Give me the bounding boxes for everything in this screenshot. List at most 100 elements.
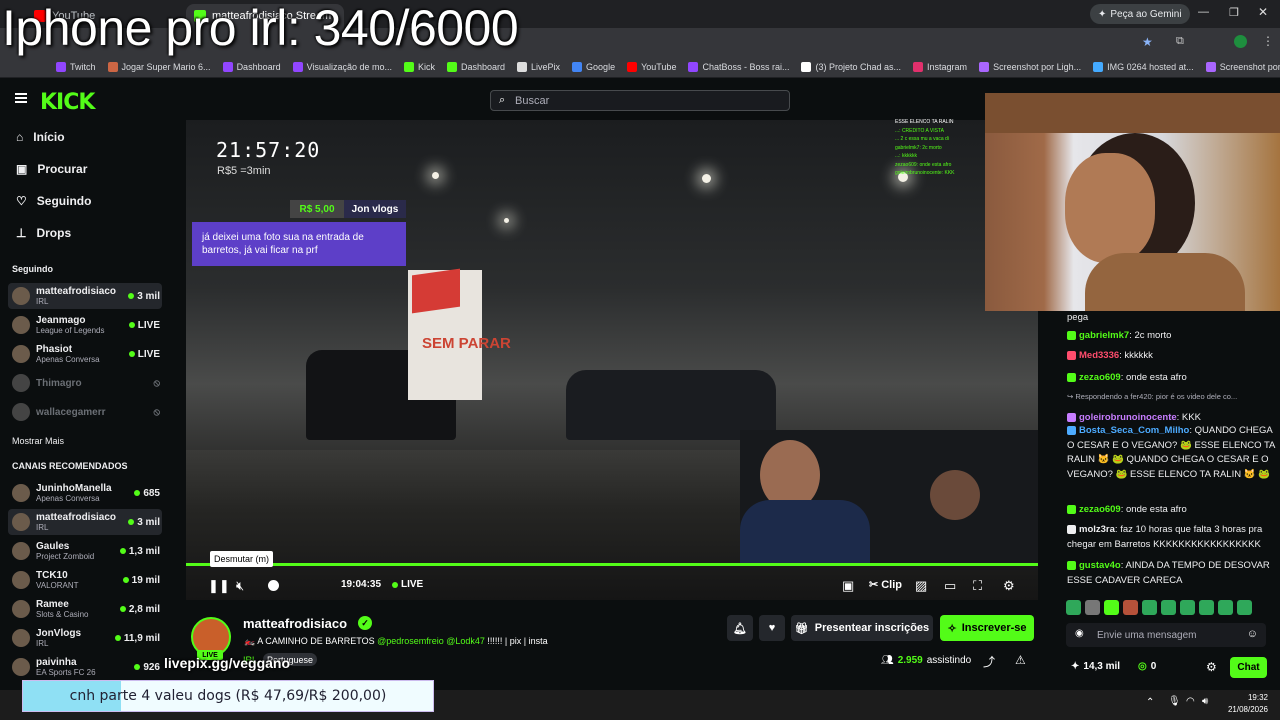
mini-chat-line: ...: CREDITO A VISTA xyxy=(895,127,944,134)
send-chat-button[interactable]: Chat xyxy=(1230,657,1267,678)
emoji-picker-icon[interactable]: ☺ xyxy=(1247,628,1258,640)
emote-icon[interactable] xyxy=(1104,600,1119,615)
subscribe-button[interactable]: ✧ Inscrever-se xyxy=(940,615,1034,641)
sidebar-channel-following[interactable]: Jeanmago League of Legends LIVE xyxy=(8,312,162,338)
bookmark-item[interactable]: Dashboard xyxy=(222,61,281,72)
live-indicator[interactable]: LIVE xyxy=(392,579,423,590)
chat-username[interactable]: gabrielmk7 xyxy=(1079,330,1129,341)
sidebar-channel-following[interactable]: Phasiot Apenas Conversa LIVE xyxy=(8,341,162,367)
bookmark-star-icon[interactable]: ★ xyxy=(1142,35,1153,49)
tray-chevron-icon[interactable]: ⌃ xyxy=(1146,697,1154,708)
emote-icon[interactable] xyxy=(1199,600,1214,615)
theater-mode-button[interactable]: ▣ xyxy=(842,578,854,594)
share-icon[interactable]: ⤴ xyxy=(983,653,995,670)
channel-points[interactable]: ✦ 14,3 mil xyxy=(1071,661,1120,672)
chat-badge-icon xyxy=(1067,425,1076,435)
bookmark-item[interactable]: Dashboard xyxy=(447,61,505,72)
emote-icon[interactable] xyxy=(1085,600,1100,615)
emote-icon[interactable] xyxy=(1218,600,1233,615)
settings-button[interactable]: ⚙ xyxy=(1003,578,1015,594)
chat-username[interactable]: Bosta_Seca_Com_Milho xyxy=(1079,425,1189,436)
report-icon[interactable]: ⚠ xyxy=(1015,653,1026,667)
video-progress-bar[interactable] xyxy=(186,563,1038,566)
search-input[interactable]: ⌕ Buscar xyxy=(490,90,790,111)
chat-username[interactable]: zezao609 xyxy=(1079,372,1121,383)
streamer-name[interactable]: matteafrodisiaco xyxy=(243,616,347,631)
browser-menu-icon[interactable]: ⋮ xyxy=(1262,34,1274,48)
profile-avatar[interactable] xyxy=(1234,35,1247,48)
sidebar-channel-following[interactable]: Thimagro ⦸ xyxy=(8,370,162,396)
bookmark-item[interactable]: (3) Projeto Chad as... xyxy=(801,61,901,72)
wifi-icon[interactable]: ◠ xyxy=(1186,696,1195,707)
emote-icon[interactable] xyxy=(1180,600,1195,615)
bookmark-item[interactable]: YouTube xyxy=(627,61,676,72)
chat-username[interactable]: Med3336 xyxy=(1079,350,1119,361)
unmute-button[interactable]: 🔇︎ xyxy=(236,578,244,594)
emote-icon[interactable] xyxy=(1142,600,1157,615)
chat-username[interactable]: goleirobrunoinocente xyxy=(1079,412,1177,423)
bookmark-item[interactable]: LivePix xyxy=(517,61,560,72)
chat-settings-icon[interactable]: ◉ xyxy=(1075,628,1084,639)
microphone-icon[interactable]: 🎙︎ xyxy=(1168,696,1181,707)
channel-category: IRL xyxy=(36,297,49,306)
bookmark-item[interactable]: Instagram xyxy=(913,61,967,72)
sidebar-channel-recommended[interactable]: Gaules Project Zomboid 1,3 mil xyxy=(8,538,162,564)
minimize-window-icon[interactable]: — xyxy=(1198,6,1209,18)
chat-message-input[interactable]: ◉ Envie uma mensagem ☺ xyxy=(1066,623,1266,647)
pause-button[interactable]: ❚❚ xyxy=(208,578,230,594)
emote-icon[interactable] xyxy=(1123,600,1138,615)
close-window-icon[interactable]: ✕ xyxy=(1258,5,1268,19)
extensions-icon[interactable]: ⧉ xyxy=(1176,35,1184,48)
emote-icon[interactable] xyxy=(1161,600,1176,615)
sidebar-channel-recommended[interactable]: TCK10 VALORANT 19 mil xyxy=(8,567,162,593)
hamburger-menu-icon[interactable] xyxy=(15,93,27,103)
picture-in-picture-button[interactable]: ▭ xyxy=(944,578,956,594)
bookmark-favicon-icon xyxy=(801,61,812,72)
emote-icon[interactable] xyxy=(1066,600,1081,615)
gemini-icon: ✦ xyxy=(1098,8,1107,20)
bookmark-item[interactable]: Jogar Super Mario 6... xyxy=(107,61,211,72)
follow-button[interactable]: ♥ xyxy=(759,615,785,641)
sidebar-channel-following[interactable]: matteafrodisiaco IRL 3 mil xyxy=(8,283,162,309)
clip-button[interactable]: ✂ Clip xyxy=(869,578,902,592)
stream-title-mentions[interactable]: @pedrosemfreio @Lodk47 xyxy=(377,636,485,646)
volume-icon[interactable]: 🔊︎ xyxy=(1202,696,1208,707)
sidebar-channel-recommended[interactable]: JonVlogs IRL 11,9 mil xyxy=(8,625,162,651)
bookmark-item[interactable]: Screenshot por Ligh... xyxy=(1205,61,1280,72)
chat-overlay-toggle-button[interactable]: ▨ xyxy=(915,578,927,594)
show-more-link[interactable]: Mostrar Mais xyxy=(12,436,64,446)
sidebar-item-seguindo[interactable]: ♡ Seguindo xyxy=(16,194,91,208)
viewer-count: 👥︎ 2.959 assistindo xyxy=(881,655,971,666)
gift-subscriptions-button[interactable]: 🎁︎ Presentear inscrições xyxy=(791,615,933,641)
kicks-balance[interactable]: ◎ 0 xyxy=(1138,661,1156,672)
chat-gear-icon[interactable]: ⚙ xyxy=(1206,660,1217,674)
bookmark-item[interactable]: Visualização de mo... xyxy=(292,61,392,72)
sidebar-channel-following[interactable]: wallacegamerr ⦸ xyxy=(8,399,162,425)
kick-logo[interactable]: KICK xyxy=(40,90,95,115)
chat-username[interactable]: molz3ra xyxy=(1079,524,1115,535)
chat-badge-icon xyxy=(1067,372,1076,382)
sidebar-channel-recommended[interactable]: paivinha EA Sports FC 26 926 xyxy=(8,654,162,680)
bookmark-item[interactable]: ChatBoss - Boss rai... xyxy=(688,61,790,72)
volume-slider-handle[interactable] xyxy=(268,580,279,591)
sidebar-channel-recommended[interactable]: matteafrodisiaco IRL 3 mil xyxy=(8,509,162,535)
sidebar-channel-recommended[interactable]: JuninhoManella Apenas Conversa 685 xyxy=(8,480,162,506)
notifications-button[interactable]: 🔔︎ xyxy=(727,615,753,641)
bookmark-item[interactable]: IMG 0264 hosted at... xyxy=(1093,61,1194,72)
bookmark-item[interactable]: Kick xyxy=(403,61,435,72)
chat-username[interactable]: gustav4o xyxy=(1079,560,1121,571)
maximize-window-icon[interactable]: ❐ xyxy=(1229,6,1239,19)
emote-icon[interactable] xyxy=(1237,600,1252,615)
gemini-button[interactable]: ✦ Peça ao Gemini xyxy=(1090,4,1190,24)
tray-clock[interactable]: 19:32 21/08/2026 xyxy=(1228,692,1268,716)
bookmark-item[interactable]: Screenshot por Ligh... xyxy=(979,61,1081,72)
bookmark-item[interactable]: Twitch xyxy=(56,61,96,72)
chat-username[interactable]: zezao609 xyxy=(1079,504,1121,515)
sidebar-item-procurar[interactable]: ▣ Procurar xyxy=(16,162,87,176)
fullscreen-button[interactable]: ⛶ xyxy=(973,578,982,594)
sidebar-channel-recommended[interactable]: Ramee Slots & Casino 2,8 mil xyxy=(8,596,162,622)
sidebar-item-inicio[interactable]: ⌂ Início xyxy=(16,130,65,144)
bookmark-item[interactable]: Google xyxy=(572,61,615,72)
bookmark-label: ChatBoss - Boss rai... xyxy=(702,61,790,72)
sidebar-item-drops[interactable]: ⊥ Drops xyxy=(16,226,71,240)
